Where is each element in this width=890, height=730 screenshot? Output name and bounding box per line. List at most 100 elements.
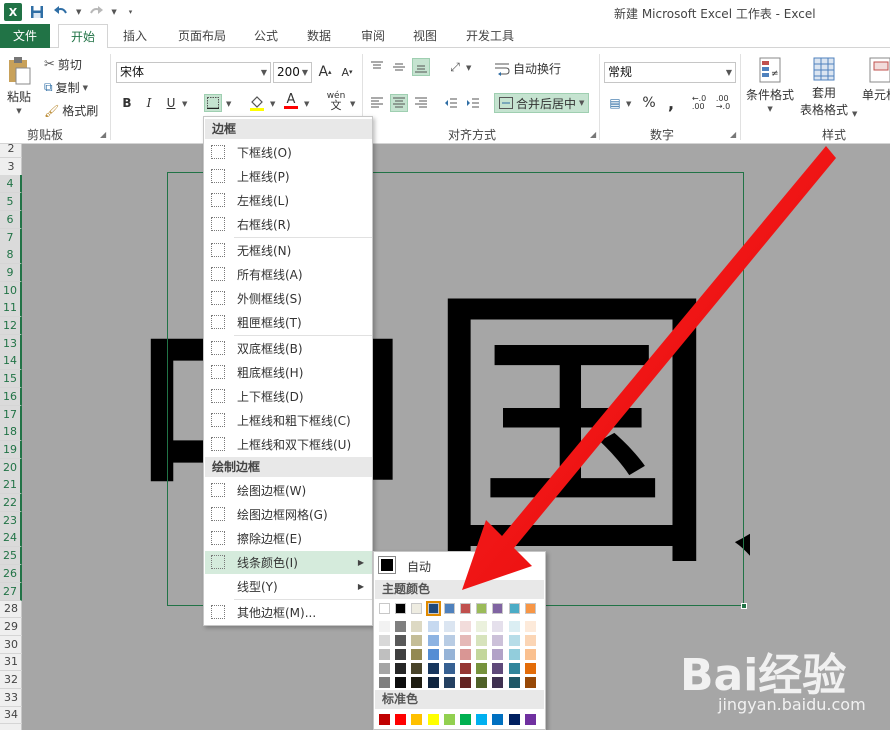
automatic-color-option[interactable]: 自动 [374, 552, 545, 579]
theme-shade-swatch[interactable] [379, 635, 390, 646]
row-header[interactable]: 31 [0, 653, 22, 672]
format-as-table-dropdown-icon[interactable]: ▼ [852, 110, 857, 118]
row-header[interactable]: 18 [0, 423, 22, 442]
italic-button[interactable]: I [140, 94, 158, 112]
theme-shade-swatch[interactable] [395, 621, 407, 632]
align-left-button[interactable] [368, 94, 386, 112]
border-menu-item[interactable]: 线条颜色(I) ▶ [205, 551, 372, 574]
tab-review[interactable]: 审阅 [350, 24, 396, 48]
paste-dropdown-icon[interactable]: ▼ [16, 107, 21, 115]
top-align-button[interactable] [368, 58, 386, 76]
theme-shade-swatch[interactable] [492, 621, 504, 632]
border-menu-item[interactable]: 粗匣框线(T) [205, 311, 372, 334]
underline-dropdown-icon[interactable]: ▼ [182, 100, 187, 108]
theme-shade-swatch[interactable] [411, 635, 423, 646]
theme-shade-swatch[interactable] [395, 663, 407, 674]
row-header[interactable]: 27 [0, 582, 22, 601]
border-menu-item[interactable]: 其他边框(M)... [205, 601, 372, 624]
number-format-combo[interactable]: 常规 ▼ [604, 62, 736, 83]
decrease-decimal-button[interactable]: .00 →.0 [714, 94, 732, 112]
theme-shade-swatch[interactable] [524, 621, 536, 632]
row-header[interactable]: 21 [0, 476, 22, 495]
increase-indent-button[interactable] [464, 94, 482, 112]
theme-shade-swatch[interactable] [379, 677, 390, 688]
theme-shade-swatch[interactable] [427, 635, 439, 646]
theme-shade-swatch[interactable] [476, 677, 488, 688]
border-menu-item[interactable]: 左框线(L) [205, 189, 372, 212]
row-header[interactable]: 4 [0, 175, 22, 194]
tab-home[interactable]: 开始 [58, 24, 108, 49]
borders-dropdown-icon[interactable]: ▼ [226, 100, 231, 108]
save-icon[interactable] [28, 3, 46, 21]
underline-button[interactable]: U [162, 94, 180, 112]
row-header[interactable]: 30 [0, 636, 22, 654]
row-header[interactable]: 8 [0, 246, 22, 265]
theme-shade-swatch[interactable] [427, 663, 439, 674]
theme-shade-swatch[interactable] [443, 649, 455, 660]
theme-shade-swatch[interactable] [379, 663, 390, 674]
theme-color-swatch[interactable] [411, 603, 423, 614]
orientation-button[interactable]: ⤢ [446, 58, 464, 76]
bold-button[interactable]: B [118, 94, 136, 112]
border-menu-item[interactable]: 上框线和粗下框线(C) [205, 409, 372, 432]
theme-shade-swatch[interactable] [379, 649, 390, 660]
theme-shade-swatch[interactable] [411, 649, 423, 660]
row-header[interactable]: 6 [0, 210, 22, 229]
tab-data[interactable]: 数据 [296, 24, 342, 48]
merge-dropdown-icon[interactable]: ▼ [579, 99, 584, 107]
theme-color-swatch[interactable] [508, 603, 520, 614]
theme-color-swatch[interactable] [476, 603, 488, 614]
standard-color-swatch[interactable] [379, 714, 390, 725]
standard-color-swatch[interactable] [427, 714, 439, 725]
theme-shade-swatch[interactable] [395, 677, 407, 688]
font-size-combo[interactable]: 200 ▼ [273, 62, 312, 83]
percent-button[interactable]: % [640, 94, 658, 112]
copy-dropdown-icon[interactable]: ▼ [83, 84, 88, 92]
borders-button[interactable] [204, 94, 222, 112]
theme-shade-swatch[interactable] [411, 677, 423, 688]
theme-shade-swatch[interactable] [395, 649, 407, 660]
undo-icon[interactable] [52, 3, 70, 21]
number-format-dropdown-icon[interactable]: ▼ [726, 63, 732, 82]
tab-file[interactable]: 文件 [0, 24, 50, 48]
row-header[interactable]: 12 [0, 317, 22, 335]
row-header[interactable]: 23 [0, 511, 22, 530]
shrink-font-button[interactable]: A ▾ [338, 63, 356, 81]
theme-shade-swatch[interactable] [427, 677, 439, 688]
theme-shade-swatch[interactable] [460, 621, 471, 632]
theme-shade-swatch[interactable] [443, 663, 455, 674]
row-header[interactable]: 3 [0, 158, 22, 176]
align-right-button[interactable] [412, 94, 430, 112]
phonetic-button[interactable]: wén 文 [324, 91, 348, 111]
row-header[interactable]: 11 [0, 299, 22, 318]
redo-icon[interactable] [87, 3, 105, 21]
phonetic-dropdown-icon[interactable]: ▼ [350, 100, 355, 108]
row-header[interactable]: 25 [0, 547, 22, 566]
standard-color-swatch[interactable] [508, 714, 520, 725]
theme-color-swatch[interactable] [395, 603, 407, 614]
row-header[interactable]: 33 [0, 689, 22, 707]
font-color-button[interactable]: A [282, 92, 300, 110]
theme-shade-swatch[interactable] [427, 649, 439, 660]
theme-color-swatch[interactable] [524, 603, 536, 614]
grow-font-button[interactable]: A ▴ [316, 63, 334, 81]
theme-shade-swatch[interactable] [460, 677, 471, 688]
cell-styles-button[interactable]: 单元格 [862, 56, 890, 103]
accounting-dropdown-icon[interactable]: ▼ [626, 100, 631, 108]
redo-dropdown-icon[interactable]: ▼ [111, 8, 116, 16]
decrease-indent-button[interactable] [442, 94, 460, 112]
theme-shade-swatch[interactable] [524, 663, 536, 674]
font-name-dropdown-icon[interactable]: ▼ [261, 63, 267, 82]
cut-button[interactable]: ✂ 剪切 [44, 56, 82, 73]
font-color-dropdown-icon[interactable]: ▼ [304, 100, 309, 108]
theme-shade-swatch[interactable] [460, 649, 471, 660]
fill-handle[interactable] [741, 603, 747, 609]
row-header[interactable]: 14 [0, 352, 22, 371]
theme-shade-swatch[interactable] [492, 677, 504, 688]
theme-shade-swatch[interactable] [492, 635, 504, 646]
standard-color-swatch[interactable] [476, 714, 488, 725]
format-as-table-button[interactable]: 套用 表格格式 [800, 56, 848, 118]
theme-shade-swatch[interactable] [427, 621, 439, 632]
theme-shade-swatch[interactable] [476, 663, 488, 674]
row-header[interactable]: 15 [0, 370, 22, 389]
